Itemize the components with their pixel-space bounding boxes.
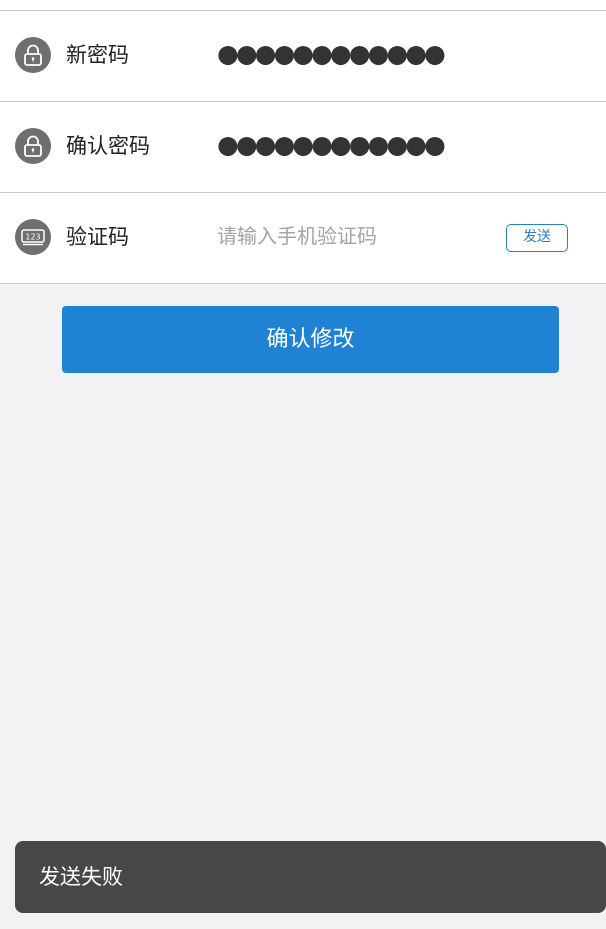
confirm-password-row[interactable]: 确认密码 ●●●●●●●●●●●● [0, 101, 606, 192]
verification-code-row[interactable]: 123 验证码 发送 [0, 192, 606, 284]
new-password-field[interactable]: ●●●●●●●●●●●● [217, 37, 446, 71]
new-password-label: 新密码 [66, 43, 129, 67]
confirm-password-field[interactable]: ●●●●●●●●●●●● [217, 128, 446, 162]
svg-text:123: 123 [25, 233, 40, 242]
numeric-keypad-icon: 123 [15, 219, 51, 255]
new-password-row[interactable]: 新密码 ●●●●●●●●●●●● [0, 10, 606, 101]
verification-code-input[interactable] [217, 221, 487, 251]
send-code-button[interactable]: 发送 [506, 224, 568, 252]
toast-message: 发送失败 [15, 841, 606, 913]
lock-icon [15, 37, 51, 73]
lock-icon [15, 128, 51, 164]
verification-code-label: 验证码 [66, 225, 129, 249]
confirm-change-button[interactable]: 确认修改 [62, 306, 559, 373]
confirm-password-label: 确认密码 [66, 134, 150, 158]
password-form: 新密码 ●●●●●●●●●●●● 确认密码 ●●●●●●●●●●●● 123 验… [0, 0, 606, 284]
